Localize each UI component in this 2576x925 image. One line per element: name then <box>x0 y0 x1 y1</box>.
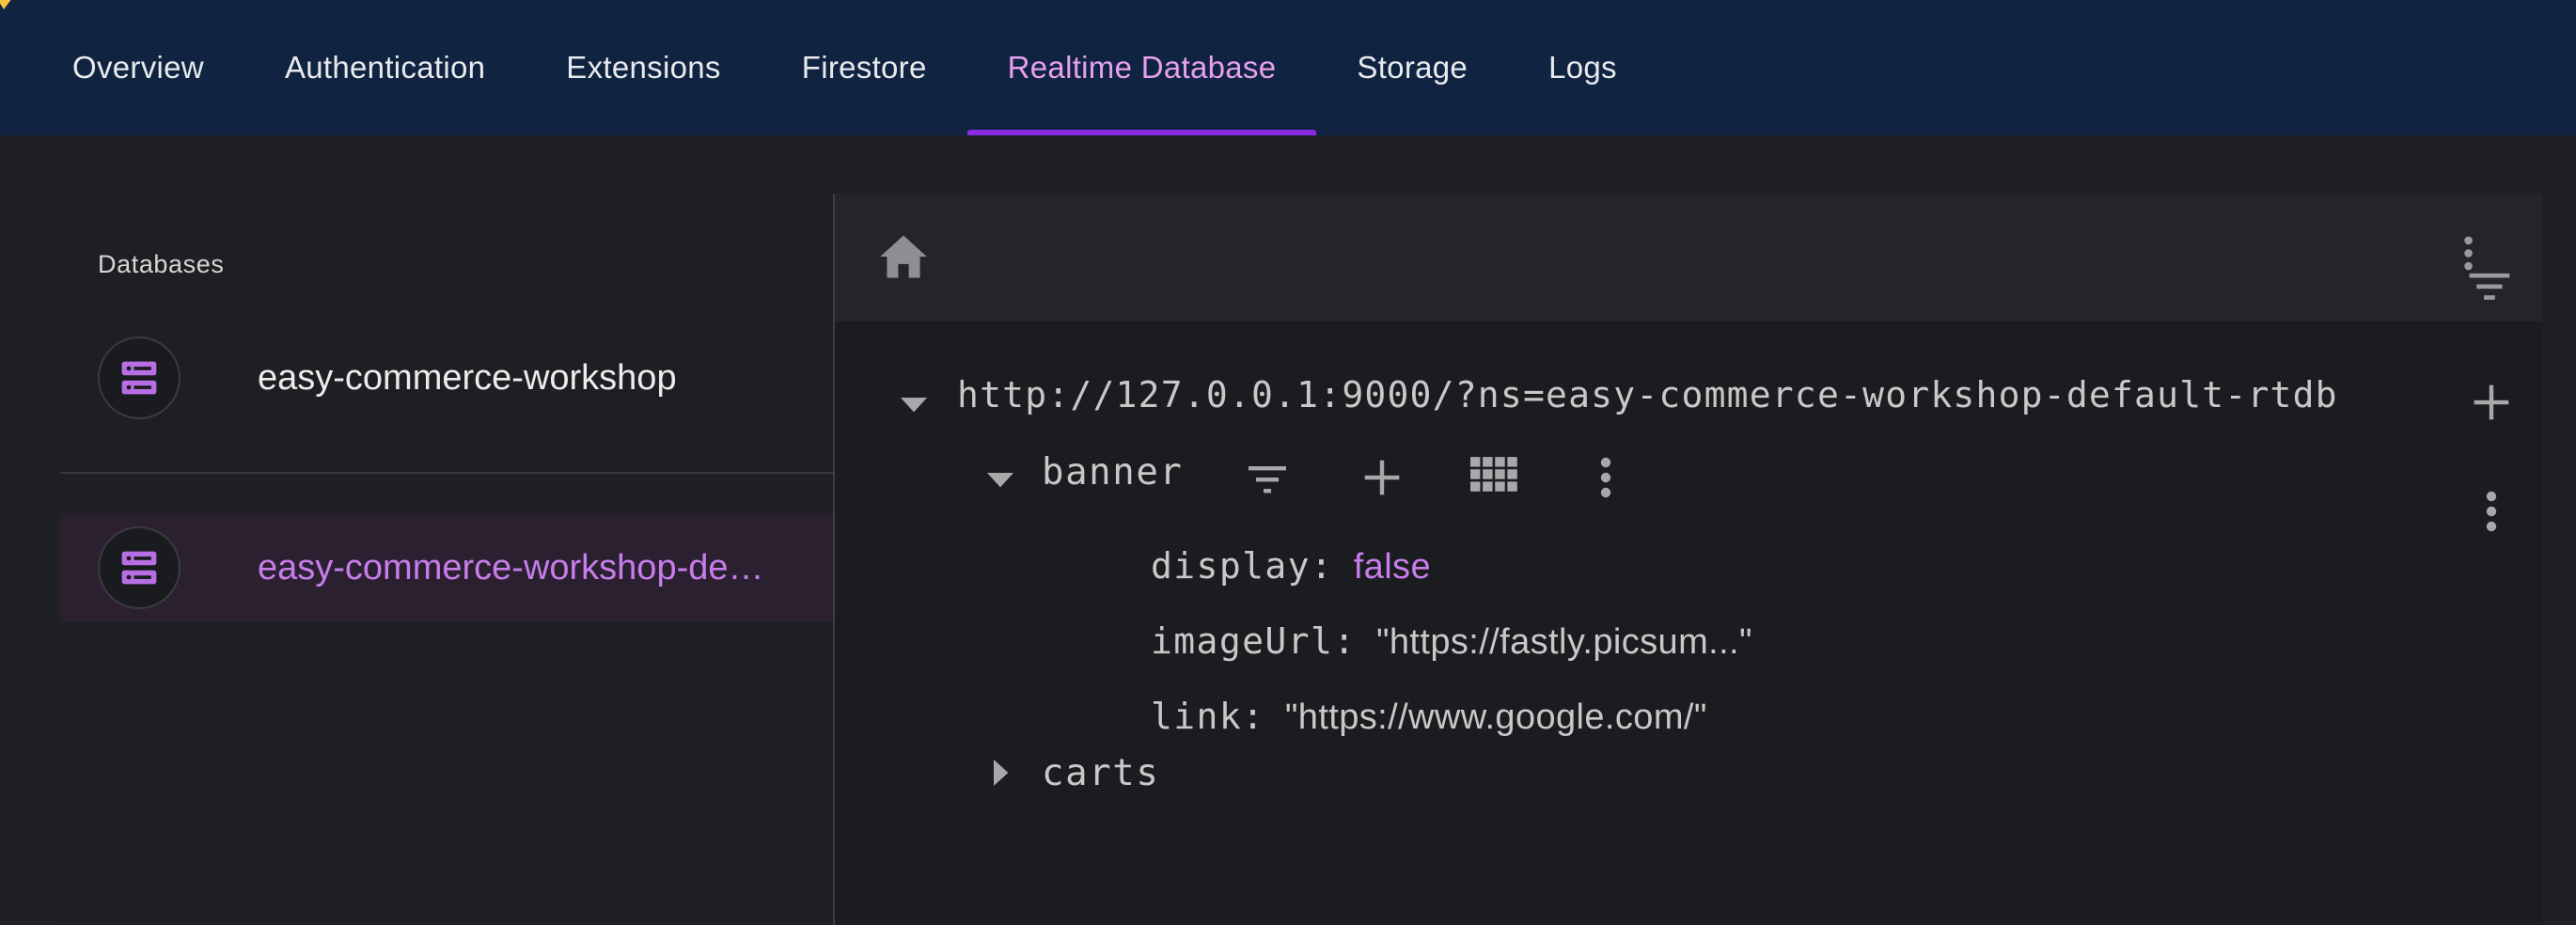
database-item[interactable]: easy-commerce-workshop <box>60 323 833 432</box>
home-icon[interactable] <box>878 233 929 280</box>
tab-storage[interactable]: Storage <box>1316 0 1508 135</box>
tab-authentication[interactable]: Authentication <box>244 0 526 135</box>
row-value[interactable]: "https://fastly.picsum..." <box>1376 622 1752 662</box>
tab-label: Realtime Database <box>1007 50 1277 85</box>
row-separator: : <box>1333 620 1376 662</box>
row-separator: : <box>1310 545 1354 587</box>
tab-overview[interactable]: Overview <box>32 0 244 135</box>
databases-heading: Databases <box>98 250 225 278</box>
database-icon <box>121 551 157 585</box>
tab-logs[interactable]: Logs <box>1508 0 1657 135</box>
viewer-toolbar <box>835 194 2542 321</box>
row-value[interactable]: "https://www.google.com/" <box>1285 698 1707 737</box>
data-row[interactable]: link: "https://www.google.com/" <box>1151 696 1707 738</box>
row-separator: : <box>1242 696 1285 737</box>
row-key: imageUrl <box>1151 620 1334 662</box>
more-vert-icon[interactable] <box>1596 455 1615 500</box>
row-value[interactable]: false <box>1354 547 1431 587</box>
tab-label: Storage <box>1357 50 1469 85</box>
database-item-selected[interactable]: easy-commerce-workshop-de… <box>60 513 833 622</box>
tab-extensions[interactable]: Extensions <box>526 0 761 135</box>
tab-firestore[interactable]: Firestore <box>762 0 967 135</box>
databases-panel: Databases easy-commerce-workshop easy-co… <box>60 194 833 925</box>
data-viewer: http://127.0.0.1:9000/?ns=easy-commerce-… <box>835 194 2542 925</box>
grid-icon[interactable] <box>1470 457 1517 498</box>
node-key-carts[interactable]: carts <box>1042 752 1159 794</box>
avatar <box>98 526 181 609</box>
filter-icon[interactable] <box>1245 457 1290 502</box>
add-icon[interactable] <box>1361 457 1403 498</box>
tab-label: Firestore <box>801 50 927 85</box>
more-vert-icon[interactable] <box>2482 489 2501 534</box>
row-key: display <box>1151 545 1311 587</box>
root-url[interactable]: http://127.0.0.1:9000/?ns=easy-commerce-… <box>957 374 2338 415</box>
database-label: easy-commerce-workshop <box>258 357 677 398</box>
filter-menu-icon[interactable] <box>2461 235 2514 301</box>
database-label: easy-commerce-workshop-de… <box>258 547 764 588</box>
divider <box>60 472 833 474</box>
active-tab-indicator <box>966 130 1317 135</box>
avatar <box>98 337 181 419</box>
database-icon <box>121 361 157 395</box>
tab-label: Overview <box>72 50 204 85</box>
tab-label: Authentication <box>284 50 486 85</box>
data-row[interactable]: imageUrl: "https://fastly.picsum..." <box>1151 620 1752 663</box>
tab-label: Extensions <box>566 50 721 85</box>
node-key-banner[interactable]: banner <box>1042 451 1183 494</box>
row-key: link <box>1151 696 1243 737</box>
top-nav: Overview Authentication Extensions Fires… <box>0 0 2576 135</box>
add-icon[interactable] <box>2471 382 2512 423</box>
nav-tabs: Overview Authentication Extensions Fires… <box>0 0 1657 135</box>
tab-realtime-database[interactable]: Realtime Database <box>966 0 1317 135</box>
data-row[interactable]: display: false <box>1151 545 1431 588</box>
expand-caret-down-icon[interactable] <box>987 466 1013 493</box>
expand-caret-down-icon[interactable] <box>901 391 927 417</box>
expand-caret-right-icon[interactable] <box>987 760 1013 786</box>
tab-label: Logs <box>1548 50 1617 85</box>
